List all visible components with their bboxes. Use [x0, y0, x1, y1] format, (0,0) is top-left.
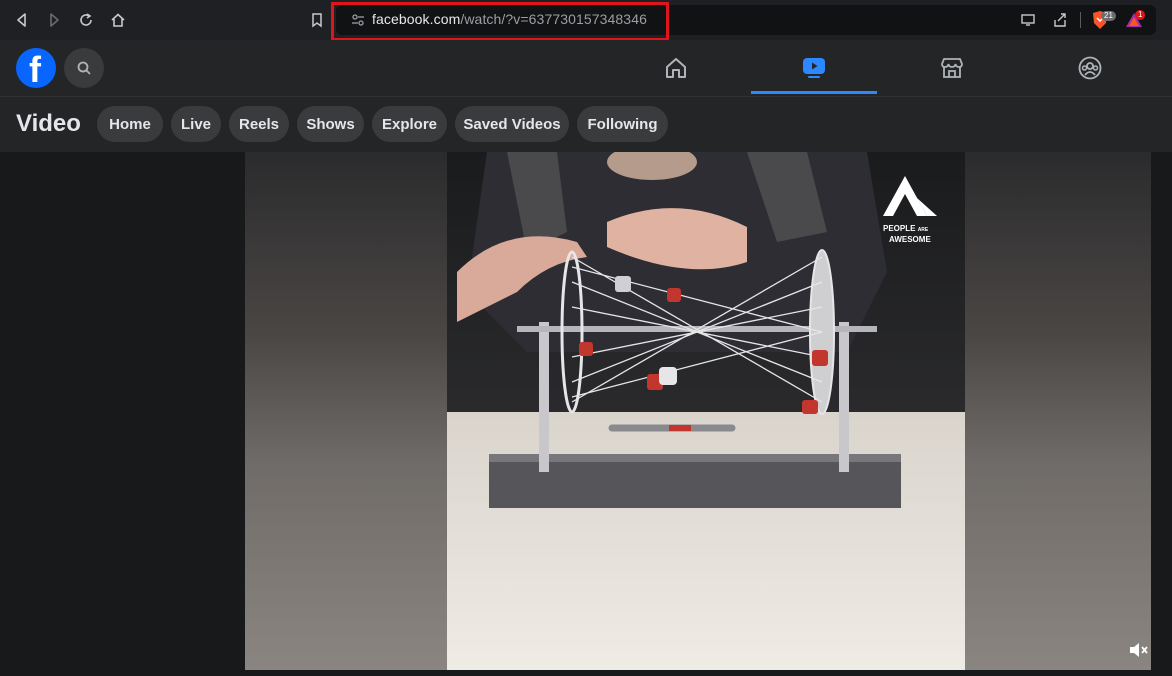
- marketplace-icon: [941, 58, 963, 78]
- pill-shows[interactable]: Shows: [297, 106, 364, 142]
- page-title: Video: [16, 110, 81, 137]
- watermark-people: PEOPLE: [883, 224, 916, 233]
- search-icon: [77, 61, 91, 75]
- back-icon[interactable]: [10, 8, 34, 32]
- watermark-are: ARE: [917, 227, 929, 233]
- facebook-logo-letter: f: [29, 49, 41, 90]
- video-blur-right: [965, 152, 1151, 670]
- brave-shields-count: 21: [1101, 11, 1116, 21]
- tab-home[interactable]: [613, 42, 739, 94]
- watermark-awesome: AWESOME: [889, 235, 931, 244]
- forward-icon[interactable]: [42, 8, 66, 32]
- pill-live[interactable]: Live: [171, 106, 221, 142]
- mute-icon[interactable]: [1128, 640, 1150, 660]
- groups-icon: [1078, 56, 1102, 80]
- bookmark-icon[interactable]: [305, 8, 329, 32]
- toolbar-divider: [1080, 12, 1081, 28]
- reload-icon[interactable]: [74, 8, 98, 32]
- video-blur-left: [245, 152, 447, 670]
- video-icon: [803, 57, 825, 78]
- pill-saved-videos[interactable]: Saved Videos: [455, 106, 569, 142]
- video-frame[interactable]: PEOPLE ARE AWESOME: [447, 152, 965, 670]
- url-highlight-box: [331, 2, 669, 41]
- search-button[interactable]: [64, 48, 104, 88]
- tab-video[interactable]: [751, 42, 877, 94]
- pill-explore[interactable]: Explore: [372, 106, 447, 142]
- home-icon: [666, 58, 686, 78]
- facebook-logo[interactable]: f: [16, 48, 56, 90]
- tab-groups[interactable]: [1027, 42, 1153, 94]
- watermark-text: PEOPLE ARE AWESOME: [883, 224, 931, 244]
- video-player[interactable]: PEOPLE ARE AWESOME: [245, 152, 1151, 670]
- pill-following[interactable]: Following: [577, 106, 668, 142]
- pill-home[interactable]: Home: [97, 106, 163, 142]
- pill-reels[interactable]: Reels: [229, 106, 289, 142]
- tab-marketplace[interactable]: [889, 42, 1015, 94]
- cast-icon[interactable]: [1016, 8, 1040, 32]
- browser-toolbar: facebook.com/watch/?v=637730157348346 21…: [0, 0, 1172, 41]
- home-icon[interactable]: [106, 8, 130, 32]
- share-icon[interactable]: [1048, 8, 1072, 32]
